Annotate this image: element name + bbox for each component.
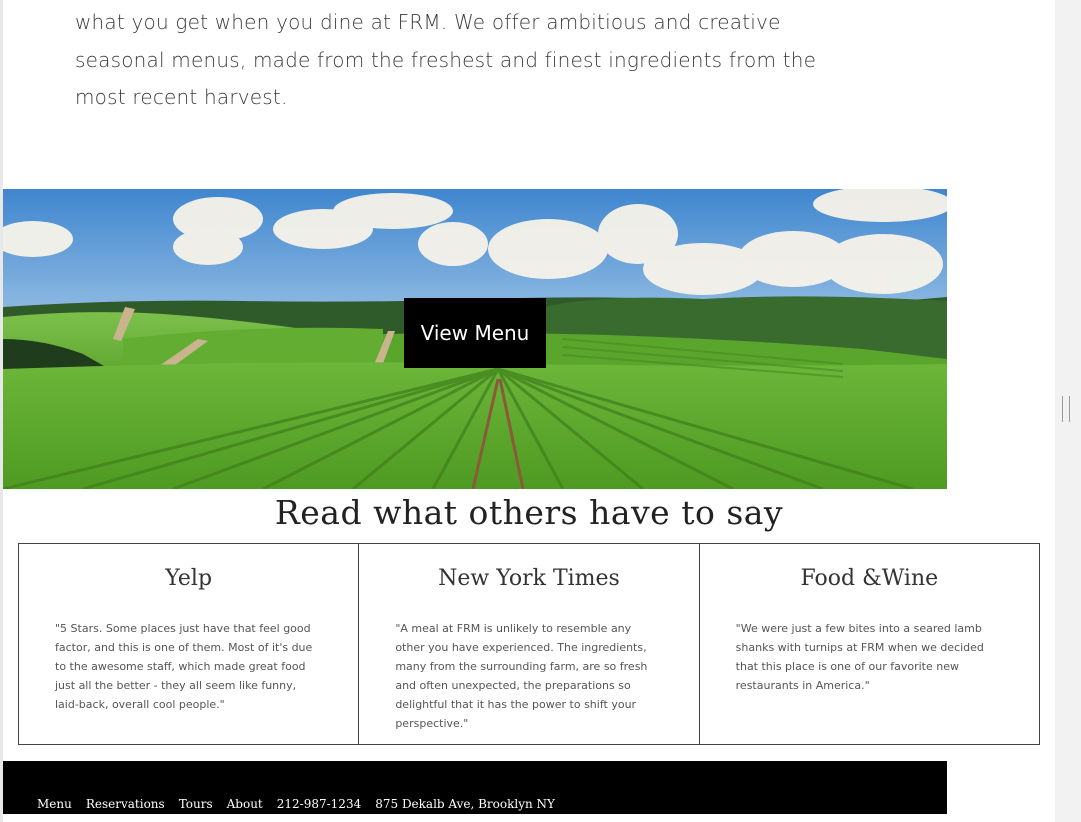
reviews-grid: Yelp "5 Stars. Some places just have tha… (18, 543, 1040, 745)
footer-link-reservations[interactable]: Reservations (86, 797, 165, 811)
footer-phone: 212-987-1234 (276, 797, 362, 811)
review-quote: "We were just a few bites into a seared … (735, 622, 984, 692)
review-source: Food &Wine (800, 566, 939, 591)
footer-address: 875 Dekalb Ave, Brooklyn NY (375, 797, 555, 811)
reviews-heading: Read what others have to say (274, 493, 784, 532)
review-source: New York Times (438, 566, 620, 591)
scrollbar-grip[interactable] (1062, 396, 1070, 422)
review-card-food-wine: Food &Wine "We were just a few bites int… (698, 543, 1040, 745)
review-card-yelp: Yelp "5 Stars. Some places just have tha… (18, 543, 360, 745)
footer-nav: Menu Reservations Tours About 212-987-12… (37, 797, 555, 811)
footer-link-tours[interactable]: Tours (179, 797, 213, 811)
review-quote: "5 Stars. Some places just have that fee… (55, 622, 313, 711)
intro-paragraph: what you get when you dine at FRM. We of… (75, 10, 817, 109)
footer-link-about[interactable]: About (227, 797, 263, 811)
review-source: Yelp (165, 566, 213, 591)
footer-bar: Menu Reservations Tours About 212-987-12… (3, 761, 947, 814)
scrollbar-track[interactable] (1055, 0, 1081, 822)
review-quote: "A meal at FRM is unlikely to resemble a… (395, 622, 648, 730)
view-menu-button[interactable]: View Menu (404, 298, 546, 368)
review-card-nyt: New York Times "A meal at FRM is unlikel… (358, 543, 700, 745)
footer-link-menu[interactable]: Menu (37, 797, 72, 811)
